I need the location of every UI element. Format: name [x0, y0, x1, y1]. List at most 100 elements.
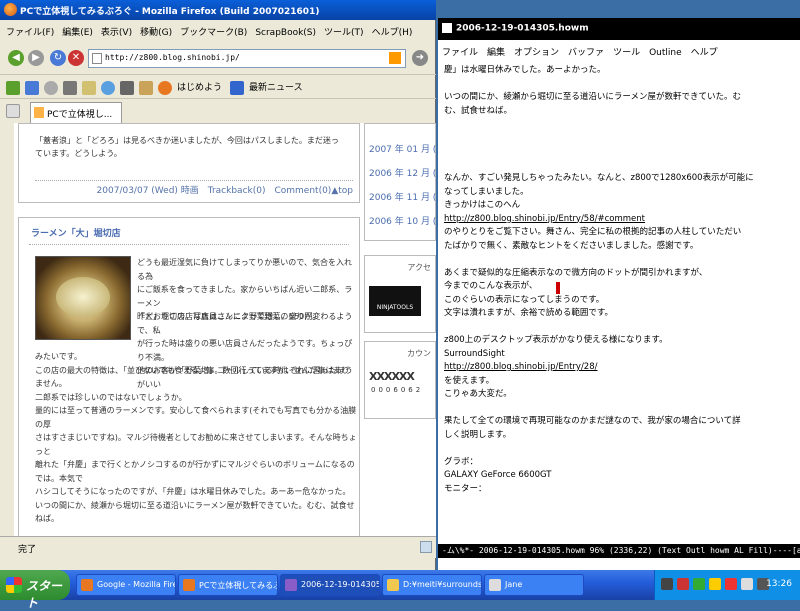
counter-pattern: XXXXXX: [369, 370, 415, 383]
howm-menu-buffers[interactable]: バッファ: [568, 48, 604, 58]
text-line: GALAXY GeForce 6600GT: [444, 470, 552, 480]
toolbar-icon[interactable]: [139, 80, 153, 95]
taskbar: スタート Google - Mozilla Fire... PCで立体視してみる…: [0, 570, 800, 610]
toolbar-icon[interactable]: [6, 80, 20, 95]
text-line: なってしまいました。: [444, 186, 529, 197]
taskbar-label: D:¥meiti¥surroundsigh...: [403, 580, 482, 589]
text-line: 果たして全ての環境で再現可能なのかまだ謎なので、我が家の場合について詳: [444, 416, 741, 426]
blog-post-1: 「蓋者浪」と「どろろ」は見るべきか迷いましたが、今回はパスしました。まだ迷ってい…: [18, 123, 360, 203]
noodles-shape: [56, 277, 110, 317]
speaker-icon[interactable]: [741, 578, 753, 590]
rss-feed-icon: [230, 80, 245, 95]
clock[interactable]: 13:26: [766, 579, 792, 589]
text-line: 今までのこんな表示が、: [444, 281, 538, 291]
menu-bookmarks[interactable]: ブックマーク(B): [180, 28, 247, 38]
menu-help[interactable]: ヘルプ(H): [372, 28, 413, 38]
toolbar-icon[interactable]: [82, 80, 96, 95]
url-bar[interactable]: http://z800.blog.shinobi.jp/: [88, 49, 406, 68]
go-icon[interactable]: ➜: [412, 50, 428, 66]
firefox-icon: [81, 579, 93, 591]
archive-box: 2007 年 01 月 ( 2 2006 年 12 月 ( 3 2006 年 1…: [364, 123, 436, 241]
taskbar-button-blog[interactable]: PCで立体視してみるぶ...: [178, 574, 278, 596]
info-icon[interactable]: [101, 80, 115, 95]
toolbar-icon[interactable]: [63, 80, 77, 95]
link-line[interactable]: http://z800.blog.shinobi.jp/Entry/28/: [444, 361, 598, 375]
taskbar-label: 2006-12-19-014305.h...: [301, 580, 379, 589]
emacs-mode-line: -ム\%*- 2006-12-19-014305.howm 96% (2336,…: [438, 544, 800, 558]
tray-icon[interactable]: [661, 578, 673, 590]
howm-menu-file[interactable]: ファイル: [442, 48, 478, 58]
reload-icon[interactable]: ↻: [50, 50, 66, 66]
howm-menu-outline[interactable]: Outline: [649, 48, 682, 58]
post-line: いつの間にか、綾瀬から堀切に至る道沿いにラーメン屋が数軒できていた。むむ、試食せ…: [35, 500, 355, 524]
firefox-bookmark-icon: [158, 80, 172, 95]
back-arrow-icon[interactable]: ◀: [8, 50, 24, 66]
menu-tools[interactable]: ツール(T): [324, 28, 364, 38]
forward-arrow-icon[interactable]: ▶: [28, 50, 44, 66]
text-line: なんか、すごい発見しちゃったみたい。なんと、z800で1280x600表示が可能…: [444, 173, 754, 183]
howm-menu-options[interactable]: オプション: [514, 48, 559, 58]
taskbar-button-folder[interactable]: D:¥meiti¥surroundsigh...: [382, 574, 482, 596]
menu-view[interactable]: 表示(V): [101, 28, 132, 38]
post-2-title[interactable]: ラーメン「大」堀切店: [31, 226, 121, 239]
navigation-toolbar: ◀ ▶ ↻ ✕ http://z800.blog.shinobi.jp/ ➜: [0, 44, 436, 74]
post-line: さはすさまじいですね)。マルジ待機者としてお勧めに来させてしまいます。そんな時ち…: [35, 433, 357, 456]
firefox-icon: [4, 3, 17, 16]
tray-icon[interactable]: [677, 578, 689, 590]
menu-scrapbook[interactable]: ScrapBook(S): [255, 28, 316, 38]
text-line: たばかりで無く、素敵なヒントをくださいましました。感謝です。: [444, 240, 699, 251]
archive-link[interactable]: 2006 年 11 月 ( 2: [369, 190, 436, 203]
text-line: SurroundSight: [444, 348, 505, 359]
howm-menu-help[interactable]: ヘルプ: [691, 48, 718, 58]
taskbar-button-google[interactable]: Google - Mozilla Fire...: [76, 574, 176, 596]
ninja-tools-label: NINJATOOLS: [376, 304, 414, 311]
status-icon[interactable]: [420, 541, 432, 553]
firefox-menu-bar: ファイル(F) 編集(E) 表示(V) 移動(G) ブックマーク(B) ScrapBook…: [0, 20, 436, 42]
stop-icon[interactable]: ✕: [68, 50, 84, 66]
text-line: あくまで疑似的な圧縮表示なので微方向のドットが間引かれますが、: [444, 267, 708, 278]
blog-sidebar: 2007 年 01 月 ( 2 2006 年 12 月 ( 3 2006 年 1…: [364, 123, 436, 536]
archive-link[interactable]: 2007 年 01 月 ( 2: [369, 142, 436, 155]
menu-file[interactable]: ファイル(F): [6, 28, 54, 38]
link-line[interactable]: http://z800.blog.shinobi.jp/Entry/58/#co…: [444, 213, 645, 227]
toolbar-icon[interactable]: [25, 80, 39, 95]
windows-logo-icon: [6, 577, 22, 593]
howm-menu-bar: ファイル 編集 オプション バッファ ツール Outline ヘルプ: [438, 40, 800, 60]
text-line: む、試食せねば。: [444, 105, 513, 116]
text-line: 文字は潰れますが、余裕で読める範囲です。: [444, 308, 613, 318]
text-cursor: [556, 282, 560, 294]
howm-title-bar[interactable]: 2006-12-19-014305.howm: [438, 18, 800, 40]
jane-icon: [489, 579, 501, 591]
start-button[interactable]: スタート: [0, 570, 70, 610]
menu-go[interactable]: 移動(G): [140, 28, 172, 38]
bookmark-getting-started[interactable]: はじめよう: [177, 83, 222, 93]
post-1-footer[interactable]: 2007/03/07 (Wed) 時画 Trackback(0) Comment…: [35, 180, 353, 198]
tray-icon[interactable]: [709, 578, 721, 590]
tab-blog[interactable]: PCで立体視し...: [30, 102, 122, 123]
bookmark-latest-news[interactable]: 最新ニュース: [249, 83, 303, 93]
post-line: 昨どおりこの店は店員さんによって野菜の盛りが変わるようで、私: [137, 312, 353, 335]
taskbar-button-howm[interactable]: 2006-12-19-014305.h...: [280, 574, 380, 596]
tray-icon[interactable]: [693, 578, 705, 590]
firefox-icon: [183, 579, 195, 591]
ninja-tools-badge[interactable]: NINJATOOLS: [369, 286, 421, 316]
clock-icon[interactable]: [44, 80, 58, 95]
tab-menu-icon[interactable]: [6, 104, 20, 118]
howm-menu-tools[interactable]: ツール: [613, 48, 640, 58]
post-1-text: 「蓋者浪」と「どろろ」は見るべきか迷いましたが、今回はパスしました。まだ迷ってい…: [35, 136, 339, 158]
menu-edit[interactable]: 編集(E): [62, 28, 93, 38]
text-line: を使えます。: [444, 375, 495, 386]
ramen-photo[interactable]: [35, 256, 131, 340]
howm-text-area[interactable]: 慶」は水曜日休みでした。あーよかった。 いつの間にか、綾瀬から堀切に至る道沿いに…: [444, 64, 794, 544]
rss-icon[interactable]: [389, 52, 401, 64]
editor-icon: [442, 23, 452, 33]
minibuffer[interactable]: [438, 558, 800, 570]
archive-link[interactable]: 2006 年 10 月 ( 2: [369, 214, 436, 227]
archive-link[interactable]: 2006 年 12 月 ( 3: [369, 166, 436, 179]
taskbar-button-jane[interactable]: Jane: [484, 574, 584, 596]
howm-menu-edit[interactable]: 編集: [487, 48, 505, 58]
firefox-title-bar[interactable]: PCで立体視してみるぶろぐ - Mozilla Firefox (Build 2…: [0, 0, 436, 20]
toolbar-icon[interactable]: [120, 80, 134, 95]
tray-icon[interactable]: [725, 578, 737, 590]
access-box: アクセ NINJATOOLS: [364, 255, 436, 333]
